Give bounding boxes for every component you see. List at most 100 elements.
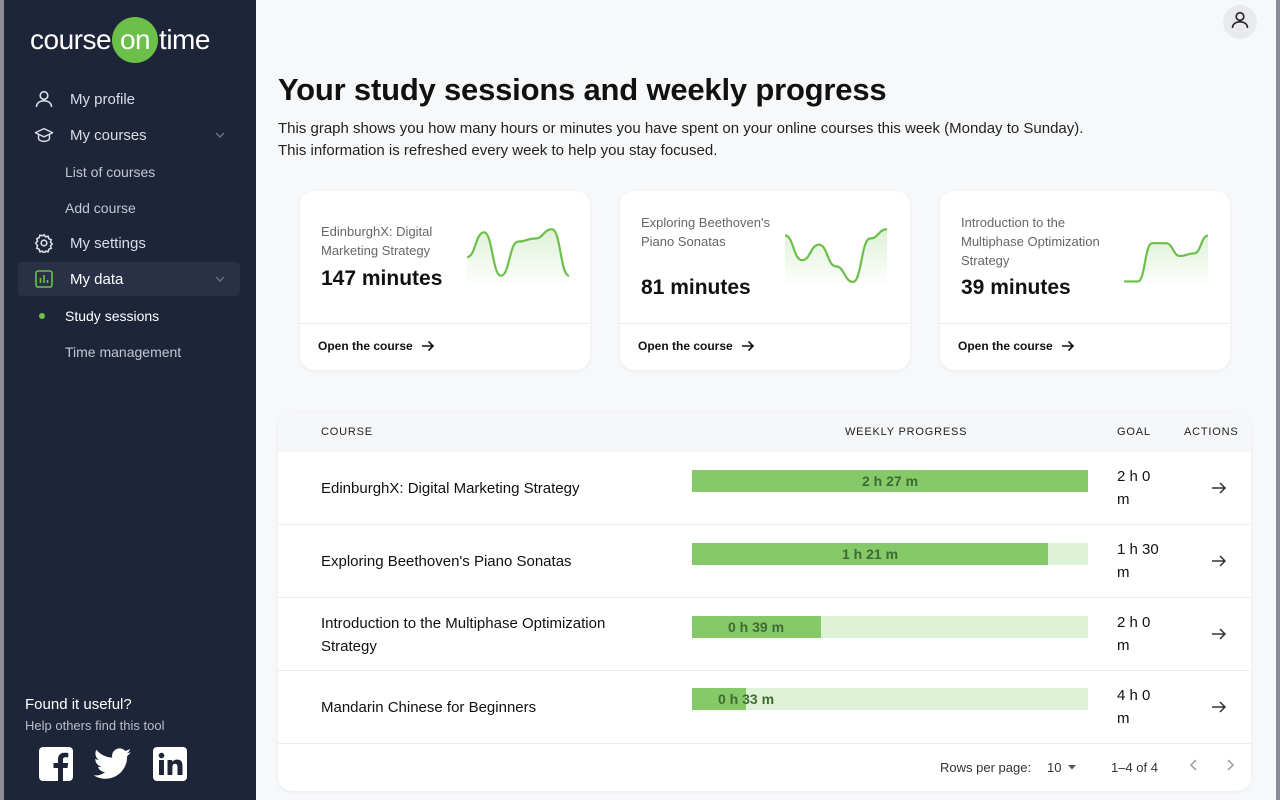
progress-bar: 0 h 39 m xyxy=(692,616,1088,638)
rows-per-page-select[interactable]: 10 xyxy=(1047,760,1077,775)
card-course-title: EdinburghX: Digital Marketing Strategy xyxy=(321,224,433,258)
card-course-title: Introduction to the Multiphase Optimizat… xyxy=(961,215,1100,268)
open-course-label: Open the course xyxy=(318,339,413,353)
open-course-link[interactable]: Open the course xyxy=(958,339,1075,353)
sidebar-subitem-add-course[interactable]: Add course xyxy=(18,190,240,226)
course-name: EdinburghX: Digital Marketing Strategy xyxy=(321,480,580,497)
arrow-right-icon[interactable] xyxy=(1208,696,1230,718)
card-minutes-value: 39 minutes xyxy=(961,276,1071,299)
arrow-right-icon xyxy=(1061,339,1075,353)
card-divider xyxy=(940,323,1230,324)
open-course-link[interactable]: Open the course xyxy=(318,339,435,353)
window-edge xyxy=(1276,0,1280,800)
progress-label: 1 h 21 m xyxy=(842,546,899,562)
facebook-icon[interactable] xyxy=(38,746,74,782)
course-summary-card: Exploring Beethoven's Piano Sonatas 81 m… xyxy=(620,191,910,370)
table-row: EdinburghX: Digital Marketing Strategy 2… xyxy=(278,452,1251,525)
user-icon xyxy=(1230,10,1250,35)
sidebar-subitem-list-of-courses[interactable]: List of courses xyxy=(18,154,240,190)
table-row: Exploring Beethoven's Piano Sonatas 1 h … xyxy=(278,525,1251,598)
table-pagination: Rows per page: 10 1–4 of 4 xyxy=(278,743,1251,791)
description-line-1: This graph shows you how many hours or m… xyxy=(278,120,1084,137)
arrow-right-icon xyxy=(421,339,435,353)
arrow-right-icon xyxy=(741,339,755,353)
active-indicator-dot xyxy=(39,313,45,319)
progress-bar: 2 h 27 m xyxy=(692,470,1088,492)
card-divider xyxy=(300,323,590,324)
chevron-right-icon[interactable] xyxy=(1222,757,1238,776)
user-icon xyxy=(34,89,54,109)
column-header-goal[interactable]: GOAL xyxy=(1117,426,1151,438)
share-section: Found it useful? Help others find this t… xyxy=(25,696,164,733)
sparkline-chart xyxy=(784,228,888,287)
logo-text-on: on xyxy=(112,17,159,63)
table-header: COURSE WEEKLY PROGRESS GOAL ACTIONS xyxy=(278,413,1251,452)
sparkline-area xyxy=(467,229,569,287)
arrow-right-icon[interactable] xyxy=(1208,623,1230,645)
sidebar-item-my-data[interactable]: My data xyxy=(18,262,240,296)
table-row: Introduction to the Multiphase Optimizat… xyxy=(278,598,1251,671)
progress-label: 0 h 39 m xyxy=(728,619,785,635)
progress-label: 2 h 27 m xyxy=(862,473,919,489)
sidebar-item-label: Add course xyxy=(65,200,136,216)
sidebar: course on time My profile My courses Lis… xyxy=(0,0,256,800)
course-name: Mandarin Chinese for Beginners xyxy=(321,699,537,716)
sparkline-chart xyxy=(466,228,570,287)
sidebar-item-label: My data xyxy=(70,270,124,288)
page-title: Your study sessions and weekly progress xyxy=(278,72,887,107)
sidebar-item-my-settings[interactable]: My settings xyxy=(18,226,240,260)
twitter-icon[interactable] xyxy=(94,746,132,782)
card-minutes-value: 147 minutes xyxy=(321,267,443,290)
arrow-right-icon[interactable] xyxy=(1208,550,1230,572)
course-summary-card: Introduction to the Multiphase Optimizat… xyxy=(940,191,1230,370)
logo-text-course: course xyxy=(30,24,112,55)
sidebar-item-my-courses[interactable]: My courses xyxy=(18,118,240,152)
sidebar-item-label: My courses xyxy=(70,126,147,144)
column-header-actions: ACTIONS xyxy=(1184,426,1239,438)
sidebar-item-label: Time management xyxy=(65,344,182,360)
card-course-title: Exploring Beethoven's Piano Sonatas xyxy=(641,215,770,249)
sidebar-item-label: Study sessions xyxy=(65,308,160,324)
open-course-label: Open the course xyxy=(958,339,1053,353)
goal-value: 2 h 0 m xyxy=(1117,468,1151,508)
page-description: This graph shows you how many hours or m… xyxy=(278,118,1178,162)
chevron-down-icon[interactable] xyxy=(212,127,228,143)
progress-label: 0 h 33 m xyxy=(718,691,775,707)
graduation-cap-icon xyxy=(34,125,54,145)
goal-value: 4 h 0 m xyxy=(1117,687,1151,727)
sidebar-item-my-profile[interactable]: My profile xyxy=(18,82,240,116)
chevron-down-icon[interactable] xyxy=(212,271,228,287)
card-minutes-value: 81 minutes xyxy=(641,276,751,299)
progress-bar: 0 h 33 m xyxy=(692,688,1088,710)
pagination-range: 1–4 of 4 xyxy=(1111,760,1158,775)
sparkline-chart xyxy=(1124,234,1209,286)
goal-value: 2 h 0 m xyxy=(1117,614,1151,654)
course-name: Exploring Beethoven's Piano Sonatas xyxy=(321,553,572,570)
sidebar-subitem-time-management[interactable]: Time management xyxy=(18,334,240,370)
sidebar-subitem-study-sessions[interactable]: Study sessions xyxy=(18,298,240,334)
column-header-weekly-progress[interactable]: WEEKLY PROGRESS xyxy=(845,426,967,438)
course-name: Introduction to the Multiphase Optimizat… xyxy=(321,614,606,655)
column-header-course[interactable]: COURSE xyxy=(321,426,373,438)
course-summary-card: EdinburghX: Digital Marketing Strategy 1… xyxy=(300,191,590,370)
chevron-left-icon[interactable] xyxy=(1186,757,1202,776)
card-divider xyxy=(620,323,910,324)
bar-chart-icon xyxy=(34,269,54,289)
caret-down-icon xyxy=(1067,760,1077,775)
linkedin-icon[interactable] xyxy=(152,746,188,782)
share-heading: Found it useful? xyxy=(25,696,132,713)
share-subtext: Help others find this tool xyxy=(25,718,165,733)
social-links xyxy=(38,746,188,782)
open-course-label: Open the course xyxy=(638,339,733,353)
sidebar-item-label: List of courses xyxy=(65,164,156,180)
logo[interactable]: course on time xyxy=(30,16,210,64)
progress-bar: 1 h 21 m xyxy=(692,543,1088,565)
sidebar-item-label: My profile xyxy=(70,90,136,108)
arrow-right-icon[interactable] xyxy=(1208,477,1230,499)
open-course-link[interactable]: Open the course xyxy=(638,339,755,353)
description-line-2: This information is refreshed every week… xyxy=(278,142,718,159)
logo-text-time: time xyxy=(159,24,210,55)
rows-per-page-value: 10 xyxy=(1047,760,1062,775)
profile-button[interactable] xyxy=(1223,5,1257,39)
table-row: Mandarin Chinese for Beginners 0 h 33 m … xyxy=(278,671,1251,744)
